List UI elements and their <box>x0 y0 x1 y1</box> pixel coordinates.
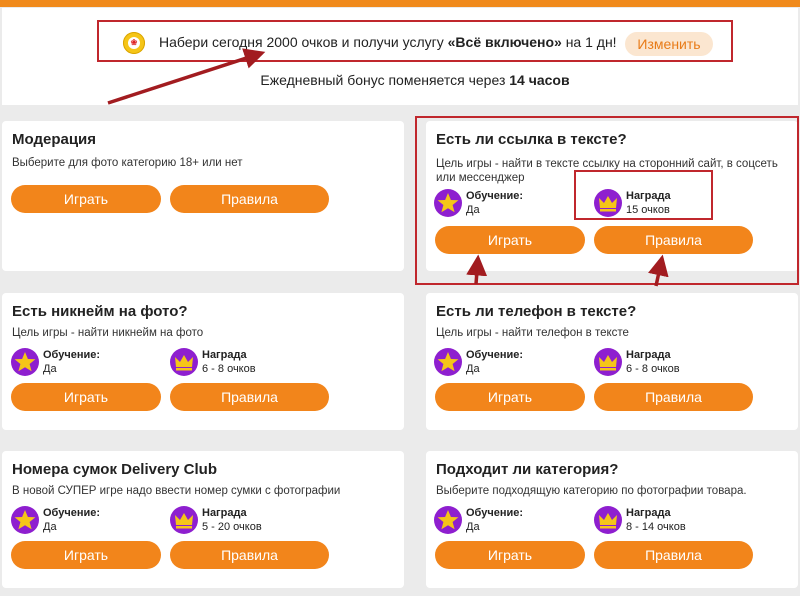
annotation-arrows <box>107 48 669 287</box>
arrow-to-rules <box>648 254 669 287</box>
arrow-to-promo <box>107 48 266 105</box>
arrow-to-play <box>466 254 488 285</box>
